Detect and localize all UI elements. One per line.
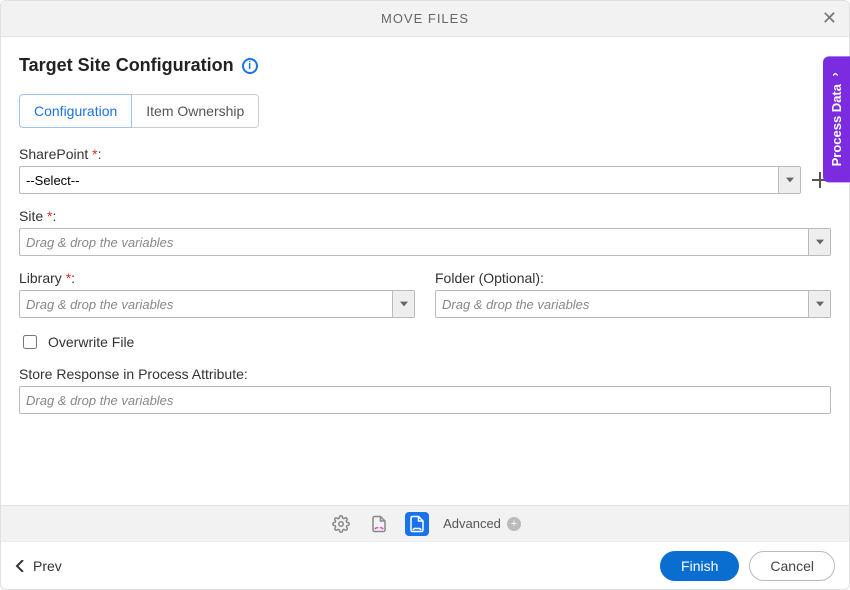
dialog-window: MOVE FILES ✕ Target Site Configuration i… [0, 0, 850, 590]
library-select[interactable] [19, 290, 415, 318]
sharepoint-input[interactable] [20, 167, 778, 193]
info-icon[interactable]: i [242, 58, 258, 74]
required-mark: * [47, 208, 52, 224]
required-mark: * [92, 146, 97, 162]
folder-input[interactable] [436, 291, 808, 317]
prev-label: Prev [33, 558, 62, 574]
tab-item-ownership[interactable]: Item Ownership [132, 94, 259, 128]
tab-configuration[interactable]: Configuration [19, 94, 132, 128]
finish-button[interactable]: Finish [660, 551, 739, 581]
dialog-title: MOVE FILES [381, 11, 469, 26]
field-sharepoint: SharePoint *: [19, 146, 831, 194]
advanced-label: Advanced [443, 516, 501, 531]
site-label: Site *: [19, 208, 831, 224]
advanced-toggle[interactable]: Advanced + [443, 516, 521, 531]
tab-strip: Configuration Item Ownership [19, 94, 831, 128]
field-site: Site *: [19, 208, 831, 256]
folder-label: Folder (Optional): [435, 270, 831, 286]
site-select[interactable] [19, 228, 831, 256]
process-data-label: Process Data [829, 84, 844, 166]
process-data-panel-toggle[interactable]: Process Data ‹ [823, 56, 850, 182]
cancel-button[interactable]: Cancel [749, 551, 835, 581]
library-input[interactable] [20, 291, 392, 317]
plus-circle-icon: + [507, 517, 521, 531]
overwrite-label: Overwrite File [48, 334, 134, 350]
tab-label: Item Ownership [146, 103, 244, 119]
toolbar: Advanced + [1, 505, 849, 541]
gear-icon[interactable] [329, 512, 353, 536]
row-library-folder: Library *: Folder (Optional): [19, 270, 831, 318]
chevron-down-icon[interactable] [392, 291, 414, 317]
store-response-input[interactable] [19, 386, 831, 414]
chevron-left-icon: ‹ [830, 72, 844, 76]
store-response-label: Store Response in Process Attribute: [19, 366, 831, 382]
chevron-down-icon[interactable] [808, 229, 830, 255]
close-icon[interactable]: ✕ [822, 9, 837, 27]
titlebar: MOVE FILES ✕ [1, 1, 849, 37]
document-swap-icon[interactable] [405, 512, 429, 536]
site-input[interactable] [20, 229, 808, 255]
required-mark: * [66, 270, 71, 286]
footer: Prev Finish Cancel [1, 541, 849, 589]
sharepoint-label: SharePoint *: [19, 146, 831, 162]
library-label: Library *: [19, 270, 415, 286]
field-store-response: Store Response in Process Attribute: [19, 366, 831, 414]
field-library: Library *: [19, 270, 415, 318]
folder-select[interactable] [435, 290, 831, 318]
field-overwrite: Overwrite File [19, 332, 831, 352]
document-transfer-icon[interactable] [367, 512, 391, 536]
overwrite-checkbox[interactable] [23, 335, 37, 349]
chevron-down-icon[interactable] [808, 291, 830, 317]
tab-label: Configuration [34, 103, 117, 119]
section-header: Target Site Configuration i [19, 55, 831, 76]
chevron-down-icon[interactable] [778, 167, 800, 193]
prev-button[interactable]: Prev [15, 558, 62, 574]
content-area: Target Site Configuration i Configuratio… [1, 37, 849, 505]
section-title: Target Site Configuration [19, 55, 234, 76]
sharepoint-select[interactable] [19, 166, 801, 194]
field-folder: Folder (Optional): [435, 270, 831, 318]
